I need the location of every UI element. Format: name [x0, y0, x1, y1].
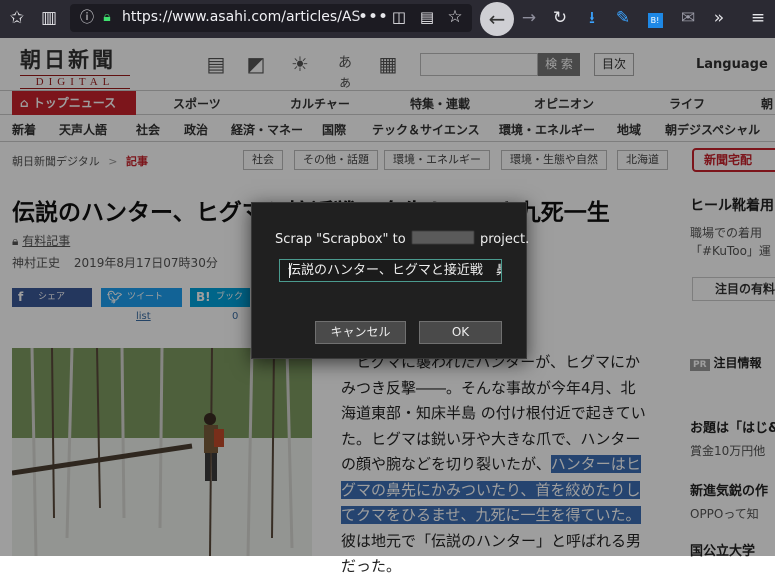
library-icon[interactable]: ▥: [38, 8, 60, 28]
redacted-project-name: [411, 231, 474, 244]
attachment-icon[interactable]: ✎: [612, 8, 634, 28]
info-icon[interactable]: ⓘ: [76, 8, 98, 28]
address-bar[interactable]: ⓘ 🔒︎ https://www.asahi.com/articles/AS •…: [70, 4, 472, 32]
cancel-button[interactable]: キャンセル: [315, 321, 406, 344]
forward-icon[interactable]: →: [518, 8, 540, 28]
scrap-title-input[interactable]: 伝説のハンター、ヒグマと接近戦 鼻: [279, 259, 502, 282]
ok-button[interactable]: OK: [419, 321, 502, 344]
star-icon[interactable]: ☆: [444, 7, 466, 27]
dialog-message: Scrap "Scrapbox" to project.: [275, 231, 529, 247]
scrapbox-dialog: Scrap "Scrapbox" to project. 伝説のハンター、ヒグマ…: [251, 202, 529, 359]
mail-icon[interactable]: ✉: [677, 8, 699, 28]
lock-icon[interactable]: 🔒︎: [96, 7, 118, 27]
back-icon: ←: [488, 7, 506, 31]
reload-icon[interactable]: ↻: [549, 8, 571, 28]
extension-icon[interactable]: B!: [644, 8, 666, 28]
dialog-message-prefix: Scrap "Scrapbox" to: [275, 232, 406, 247]
back-button[interactable]: ←: [480, 2, 514, 36]
pocket-icon[interactable]: ◫: [388, 7, 410, 27]
dialog-message-suffix: project.: [479, 232, 530, 247]
overflow-icon[interactable]: »: [708, 8, 730, 28]
more-icon[interactable]: •••: [358, 7, 388, 27]
url-text[interactable]: https://www.asahi.com/articles/AS: [122, 9, 360, 25]
browser-toolbar: ✩ ▥ ⓘ 🔒︎ https://www.asahi.com/articles/…: [0, 0, 775, 38]
download-icon[interactable]: ⭳: [581, 8, 603, 28]
reader-icon[interactable]: ▤: [416, 7, 438, 27]
bookmark-star-icon[interactable]: ✩: [6, 8, 28, 28]
scrap-title-value: 伝説のハンター、ヒグマと接近戦 鼻: [288, 263, 502, 278]
menu-icon[interactable]: ≡: [747, 8, 769, 28]
text-caret: [289, 263, 290, 278]
